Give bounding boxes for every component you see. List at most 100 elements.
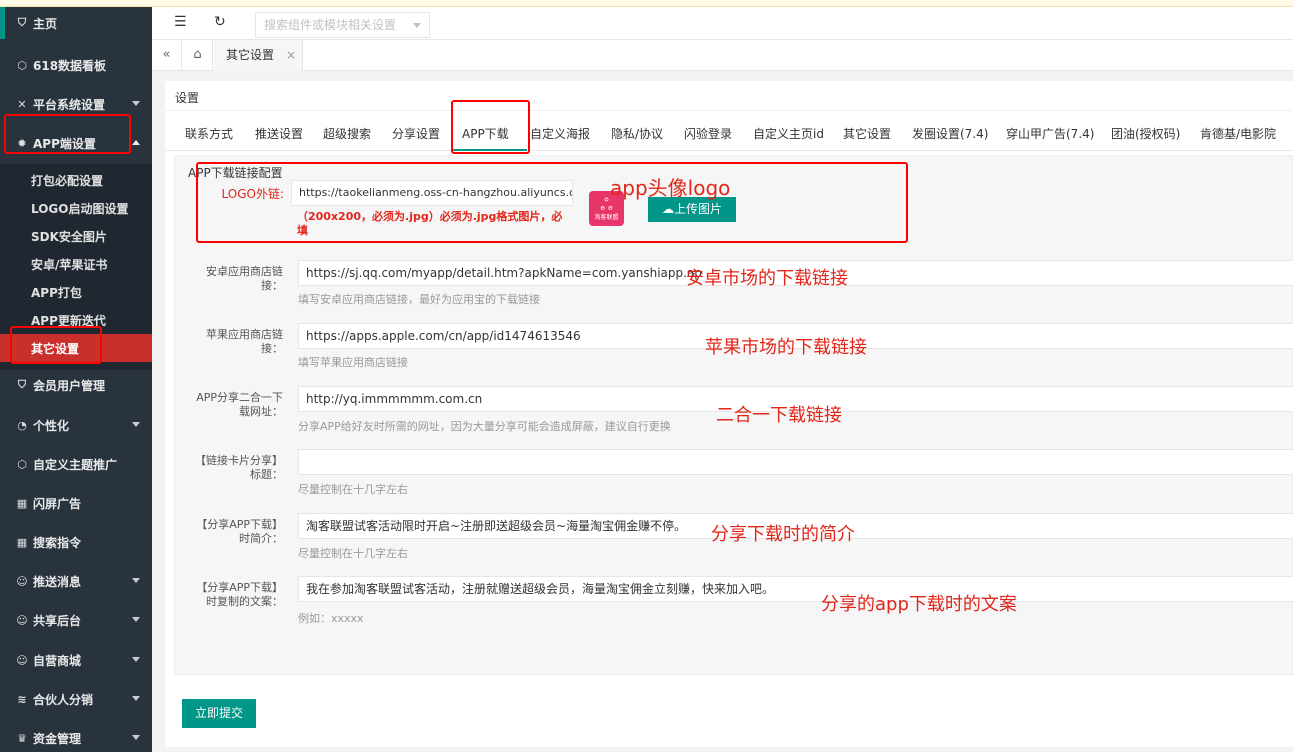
- tab-tuanyou[interactable]: 团油(授权码): [1111, 125, 1180, 142]
- card-share-title-hint: 尽量控制在十几字左右: [298, 483, 408, 496]
- annotation-note-intro: 分享下载时的简介: [711, 524, 855, 545]
- tab-contact[interactable]: 联系方式: [185, 125, 233, 142]
- share-intro-label: 【分享APP下载】时简介：: [196, 518, 283, 545]
- annotation-box-logo-row: [196, 162, 908, 243]
- sidebar-item-splash-ads[interactable]: ▦ 闪屏广告: [0, 484, 152, 522]
- share-copy-label: 【分享APP下载】时复制的文案：: [196, 581, 283, 608]
- shield-icon: ⛉: [17, 16, 27, 29]
- submenu-item-sdk-images[interactable]: SDK安全图片: [0, 222, 152, 250]
- apple-store-hint: 填写苹果应用商店链接: [298, 356, 408, 369]
- coin-icon: ♛: [17, 731, 27, 745]
- share-copy-hint: 例如：xxxxx: [298, 612, 364, 625]
- submenu-item-logo-splash[interactable]: LOGO启动图设置: [0, 194, 152, 222]
- shield-icon: ⛉: [17, 378, 27, 391]
- tab-custom-poster[interactable]: 自定义海报: [530, 125, 590, 142]
- main-area: ☰ ↻ 搜索组件或模块相关设置 « ⌂ 其它设置 × 设置 联系方式 推送设置 …: [152, 7, 1293, 752]
- sidebar-item-members[interactable]: ⛉ 会员用户管理: [0, 366, 152, 404]
- tab-pangle-ads[interactable]: 穿山甲广告(7.4): [1006, 125, 1094, 142]
- android-store-label: 安卓应用商店链接：: [206, 265, 283, 292]
- home-icon[interactable]: ⌂: [183, 40, 213, 71]
- annotation-note-apple: 苹果市场的下载链接: [705, 337, 867, 358]
- settings-tabs: 联系方式 推送设置 超级搜索 分享设置 APP下载 自定义海报 隐私/协议 闪验…: [165, 111, 1293, 151]
- sidebar-item-funds[interactable]: ♛ 资金管理: [0, 719, 152, 752]
- close-icon[interactable]: ×: [286, 40, 296, 70]
- annotation-note-share-url: 二合一下载链接: [716, 405, 842, 426]
- tools-icon: ✕: [17, 97, 27, 111]
- sidebar-item-home[interactable]: ⛉ 主页: [0, 7, 152, 39]
- settings-card: 设置 联系方式 推送设置 超级搜索 分享设置 APP下载 自定义海报 隐私/协议…: [165, 81, 1293, 747]
- chevron-down-icon: [413, 23, 421, 28]
- submenu-item-app-pack[interactable]: APP打包: [0, 278, 152, 306]
- sidebar-item-label: 共享后台: [33, 613, 82, 628]
- sidebar-item-push-messages[interactable]: ☺ 推送消息: [0, 562, 152, 600]
- chevron-down-icon: [132, 578, 140, 583]
- refresh-icon[interactable]: ↻: [214, 14, 226, 30]
- sidebar-item-partner-distribution[interactable]: ≋ 合伙人分销: [0, 680, 152, 718]
- chevron-down-icon: [132, 657, 140, 662]
- android-store-hint: 填写安卓应用商店链接，最好为应用宝的下载链接: [298, 293, 540, 306]
- page-tabbar: « ⌂ 其它设置 ×: [152, 40, 1293, 71]
- grid-icon: ▦: [16, 535, 28, 549]
- sidebar-item-label: 会员用户管理: [33, 378, 106, 393]
- sidebar-item-label: 推送消息: [33, 574, 82, 589]
- sidebar-item-618-dashboard[interactable]: ⬡ 618数据看板: [0, 46, 152, 84]
- chevron-down-icon: [132, 101, 140, 106]
- tab-super-search[interactable]: 超级搜索: [323, 125, 371, 142]
- annotation-box-app-download-tab: [451, 100, 530, 154]
- share-copy-input[interactable]: 我在参加淘客联盟试客活动，注册就赠送超级会员，海量淘宝佣金立刻赚，快来加入吧。: [298, 576, 1293, 602]
- tab-share[interactable]: 分享设置: [392, 125, 440, 142]
- tab-custom-home-id[interactable]: 自定义主页id: [753, 125, 824, 142]
- annotation-note-copy: 分享的app下载时的文案: [821, 594, 1017, 615]
- search-select-placeholder: 搜索组件或模块相关设置: [264, 18, 397, 32]
- sidebar-item-personalize[interactable]: ◔ 个性化: [0, 406, 152, 444]
- sidebar: ⛉ 主页 ⬡ 618数据看板 ✕ 平台系统设置 ✹ APP端设置 打包必配设置 …: [0, 7, 152, 752]
- share-url-hint: 分享APP给好友时所需的网址，因为大量分享可能会造成屏蔽，建议自行更换: [298, 420, 671, 433]
- sidebar-item-label: 搜索指令: [33, 535, 82, 550]
- layers-icon: ≋: [17, 692, 27, 706]
- tab-kfc-cinema[interactable]: 肯德基/电影院: [1200, 125, 1276, 142]
- user-icon: ☺: [16, 653, 28, 667]
- page-tab-other-settings[interactable]: 其它设置 ×: [214, 40, 303, 71]
- share-intro-hint: 尽量控制在十几字左右: [298, 547, 408, 560]
- tab-privacy[interactable]: 隐私/协议: [611, 125, 663, 142]
- card-share-title-input[interactable]: [298, 449, 1293, 475]
- sidebar-item-label: 618数据看板: [33, 58, 107, 73]
- sidebar-item-label: 自营商城: [33, 653, 82, 668]
- cube-icon: ⬡: [17, 58, 27, 72]
- card-title: 设置: [175, 91, 200, 105]
- user-icon: ☺: [16, 574, 28, 588]
- sidebar-item-label: 合伙人分销: [33, 692, 94, 707]
- sidebar-item-label: 自定义主题推广: [33, 457, 118, 472]
- tab-quick-login[interactable]: 闪验登录: [684, 125, 732, 142]
- chevron-down-icon: [132, 696, 140, 701]
- annotation-note-android: 安卓市场的下载链接: [686, 268, 848, 289]
- chevron-down-icon: [132, 422, 140, 427]
- chevron-down-icon: [132, 617, 140, 622]
- annotation-box-app-settings: [4, 114, 131, 154]
- cube-icon: ⬡: [17, 457, 27, 471]
- submenu-item-pack-config[interactable]: 打包必配设置: [0, 166, 152, 194]
- sidebar-item-shared-backend[interactable]: ☺ 共享后台: [0, 601, 152, 639]
- sidebar-item-label: 个性化: [33, 418, 70, 433]
- toolbar: ☰ ↻ 搜索组件或模块相关设置: [152, 7, 1293, 40]
- user-icon: ☺: [16, 613, 28, 627]
- search-select[interactable]: 搜索组件或模块相关设置: [255, 12, 430, 38]
- share-url-label: APP分享二合一下载网址：: [196, 391, 283, 418]
- sidebar-item-label: 资金管理: [33, 731, 82, 746]
- tab-moments[interactable]: 发圈设置(7.4): [912, 125, 988, 142]
- apple-store-label: 苹果应用商店链接：: [206, 328, 283, 355]
- tab-push[interactable]: 推送设置: [255, 125, 303, 142]
- chevron-up-icon: [132, 140, 140, 145]
- sidebar-item-search-commands[interactable]: ▦ 搜索指令: [0, 523, 152, 561]
- chevron-down-icon: [132, 735, 140, 740]
- annotation-box-other-settings: [10, 326, 102, 364]
- submenu-item-certificates[interactable]: 安卓/苹果证书: [0, 250, 152, 278]
- tab-other[interactable]: 其它设置: [843, 125, 891, 142]
- sidebar-item-custom-theme[interactable]: ⬡ 自定义主题推广: [0, 445, 152, 483]
- submit-button[interactable]: 立即提交: [182, 699, 256, 728]
- menu-toggle-icon[interactable]: ☰: [174, 14, 187, 30]
- card-share-title-label: 【链接卡片分享】标题：: [195, 454, 283, 481]
- tabs-prev-icon[interactable]: «: [152, 40, 182, 71]
- sidebar-item-self-mall[interactable]: ☺ 自营商城: [0, 641, 152, 679]
- page-tab-label: 其它设置: [226, 48, 275, 62]
